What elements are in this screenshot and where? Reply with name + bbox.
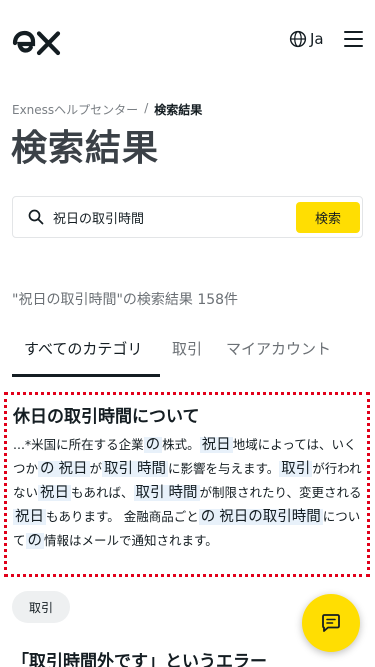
language-selector[interactable]: Ja (289, 30, 324, 48)
chat-button[interactable] (302, 594, 360, 652)
highlighted-term: 祝日 (13, 509, 46, 525)
chat-icon (322, 614, 340, 632)
snippet-text: 株式。 (162, 437, 200, 452)
tab-all-categories[interactable]: すべてのカテゴリ (24, 338, 142, 359)
globe-icon (289, 30, 307, 48)
snippet-text: が (89, 461, 103, 476)
highlighted-term: の (143, 437, 163, 453)
highlighted-term: 祝日 (56, 461, 90, 477)
highlighted-term: 祝日の取引時間 (217, 509, 323, 525)
result-title[interactable]: 休日の取引時間について (13, 402, 362, 427)
snippet-text: に影響を与えます。 (168, 461, 280, 476)
highlighted-term: の (198, 509, 218, 525)
breadcrumb-home-link[interactable]: Exnessヘルプセンター (12, 101, 138, 118)
result-count: "祝日の取引時間"の検索結果 158件 (12, 292, 239, 308)
search-bar: 検索 (12, 196, 363, 238)
category-badge[interactable]: 取引 (12, 591, 70, 623)
highlighted-term: 祝日 (38, 485, 72, 501)
highlighted-term: の (38, 461, 57, 477)
category-tabs: すべてのカテゴリ 取引 マイアカウント (0, 328, 375, 378)
result-title[interactable]: 「取引時間外です」というエラー (12, 647, 267, 667)
breadcrumb-current: 検索結果 (154, 103, 203, 117)
search-input[interactable] (53, 205, 293, 229)
snippet-text: ...*米国に所在する企業 (13, 437, 144, 452)
page-title: 検索結果 (11, 128, 160, 169)
breadcrumb: Exnessヘルプセンター / 検索結果 (12, 101, 202, 118)
search-button[interactable]: 検索 (296, 202, 360, 233)
search-icon (28, 209, 44, 225)
highlighted-term: の (25, 533, 45, 549)
snippet-text: が制限されたり、変更される (199, 485, 362, 500)
search-result-item[interactable]: 休日の取引時間について ...*米国に所在する企業の株式。 祝日 地域によっては、い… (4, 392, 370, 577)
snippet-text: 情報はメールで通知されます。 (44, 533, 218, 548)
hamburger-menu-icon[interactable] (344, 31, 363, 49)
tab-trading[interactable]: 取引 (172, 338, 202, 359)
snippet-text: もあれば、 (71, 485, 134, 500)
highlighted-term: 取引 (279, 461, 313, 477)
highlighted-term: 祝日 (199, 437, 233, 453)
logo-icon[interactable] (12, 30, 62, 56)
site-header: Ja (0, 0, 375, 84)
active-tab-indicator (12, 374, 160, 377)
breadcrumb-separator: / (144, 101, 149, 115)
result-snippet: ...*米国に所在する企業の株式。 祝日 地域によっては、いくつかの祝日が取引 時間に… (13, 433, 362, 553)
tab-my-account[interactable]: マイアカウント (226, 338, 331, 359)
highlighted-term: 時間 (135, 461, 169, 477)
highlighted-term: 時間 (166, 485, 200, 501)
language-label: Ja (310, 30, 324, 48)
highlighted-term: 取引 (102, 461, 136, 477)
snippet-text: もあります。 金融商品ごと (46, 509, 199, 524)
highlighted-term: 取引 (133, 485, 167, 501)
